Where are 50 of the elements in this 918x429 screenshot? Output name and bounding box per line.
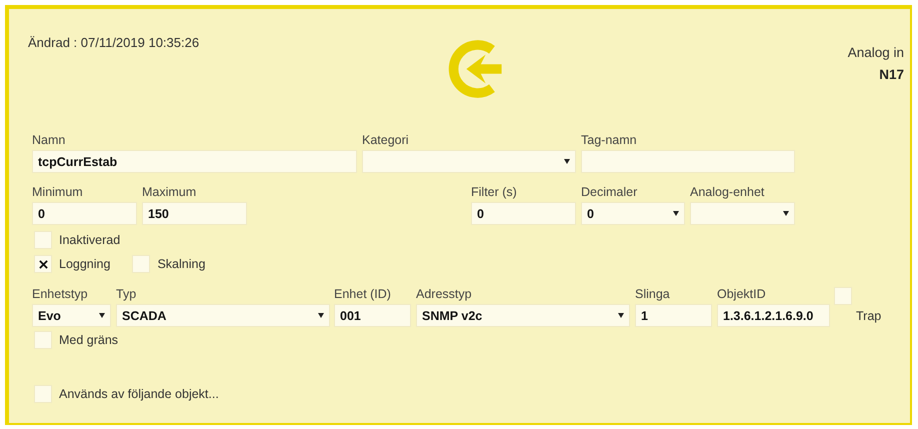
object-id: N17	[879, 67, 904, 82]
input-field[interactable]: 1	[635, 304, 712, 327]
checkbox[interactable]	[34, 331, 52, 349]
input-field[interactable]	[581, 150, 795, 173]
checkbox-label: Med gräns	[59, 333, 118, 347]
field-label: Decimaler	[581, 185, 638, 200]
checkbox[interactable]	[132, 255, 150, 273]
field-label: Analog-enhet	[690, 185, 766, 200]
input-field[interactable]: 150	[142, 202, 247, 225]
caret-icon	[318, 313, 324, 318]
input-field[interactable]: 0	[471, 202, 576, 225]
checkbox-label: Trap	[856, 309, 882, 323]
field-label: Kategori	[362, 133, 410, 148]
checkbox-label: Skalning	[157, 257, 206, 271]
caret-icon	[99, 313, 105, 318]
caret-icon	[673, 211, 679, 216]
caret-icon	[564, 159, 570, 164]
field-label: Adresstyp	[416, 287, 473, 302]
dropdown-field[interactable]: Evo	[32, 304, 111, 327]
input-field[interactable]: 0	[32, 202, 137, 225]
checkbox[interactable]	[834, 287, 852, 305]
object-type: Analog in	[848, 45, 904, 60]
cross-icon	[38, 260, 48, 268]
field-label: Slinga	[635, 287, 671, 302]
dropdown-field[interactable]: 0	[581, 202, 685, 225]
caret-icon	[618, 313, 624, 318]
field-label: Typ	[116, 287, 138, 302]
dropdown-field[interactable]	[690, 202, 795, 225]
dropdown-field[interactable]	[362, 150, 576, 173]
dropdown-field[interactable]: SCADA	[116, 304, 330, 327]
checkbox-label: Loggning	[59, 257, 110, 271]
dropdown-field[interactable]: SNMP v2c	[416, 304, 630, 327]
field-label: Minimum	[32, 185, 84, 200]
field-label: Enhet (ID)	[334, 287, 392, 302]
field-label: Enhetstyp	[32, 287, 89, 302]
field-label: Tag-namn	[581, 133, 638, 148]
input-field[interactable]: 001	[334, 304, 411, 327]
checkbox[interactable]	[34, 231, 52, 249]
checkbox-label: Inaktiverad	[59, 233, 120, 247]
field-label: ObjektID	[717, 287, 767, 302]
field-label: Namn	[32, 133, 66, 148]
input-field[interactable]: 1.3.6.1.2.1.6.9.0	[717, 304, 830, 327]
modified-timestamp: Ändrad : 07/11/2019 10:35:26	[28, 35, 200, 52]
checkbox-label: Används av följande objekt...	[59, 387, 219, 401]
field-label: Filter (s)	[471, 185, 518, 200]
caret-icon	[783, 211, 789, 216]
field-label: Maximum	[142, 185, 198, 200]
input-field[interactable]: tcpCurrEstab	[32, 150, 357, 173]
checkbox[interactable]	[34, 255, 52, 273]
checkbox[interactable]	[34, 385, 52, 403]
